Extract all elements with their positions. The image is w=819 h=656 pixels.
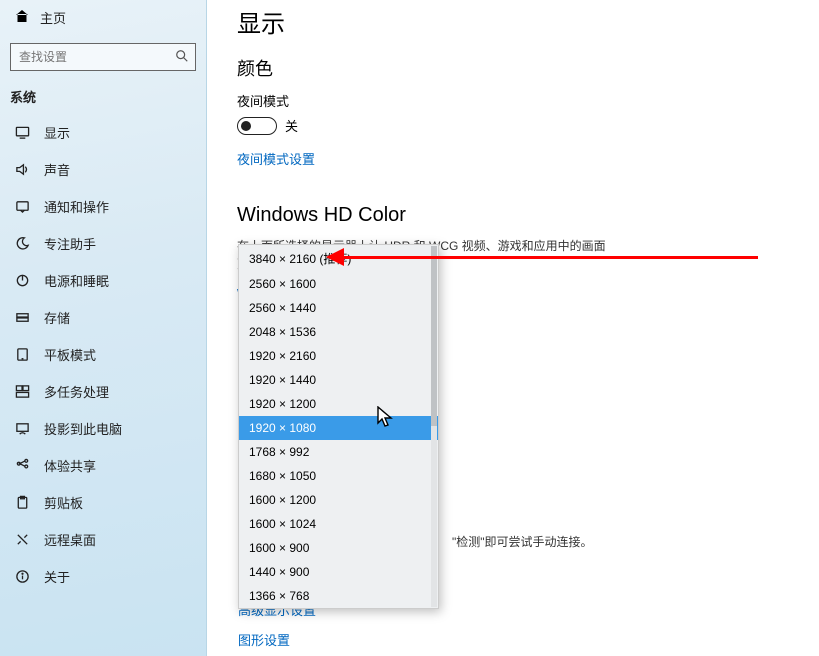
search-box[interactable] xyxy=(10,43,196,71)
sidebar-item-label: 远程桌面 xyxy=(44,530,96,549)
sidebar-item-label: 声音 xyxy=(44,160,70,179)
home-nav[interactable]: 主页 xyxy=(0,0,206,35)
resolution-option[interactable]: 2560 × 1440 xyxy=(239,296,438,320)
night-light-label: 夜间模式 xyxy=(237,91,791,110)
resolution-option[interactable]: 1600 × 900 xyxy=(239,536,438,560)
storage-icon xyxy=(14,310,30,326)
resolution-option[interactable]: 2560 × 1600 xyxy=(239,272,438,296)
sidebar-item-label: 剪贴板 xyxy=(44,493,83,512)
sidebar-item-label: 显示 xyxy=(44,123,70,142)
resolution-dropdown[interactable]: 3840 × 2160 (推荐)2560 × 16002560 × 144020… xyxy=(238,244,439,609)
sidebar-item-shared[interactable]: 体验共享 xyxy=(0,447,206,484)
sidebar-item-tablet[interactable]: 平板模式 xyxy=(0,336,206,373)
section-color-heading: 颜色 xyxy=(237,55,791,81)
sidebar-item-label: 专注助手 xyxy=(44,234,96,253)
notification-icon xyxy=(14,199,30,215)
resolution-option[interactable]: 1600 × 1024 xyxy=(239,512,438,536)
multitask-icon xyxy=(14,384,30,400)
category-heading: 系统 xyxy=(0,83,206,114)
sidebar-item-about[interactable]: 关于 xyxy=(0,558,206,595)
resolution-option[interactable]: 1366 × 768 xyxy=(239,584,438,608)
search-icon xyxy=(175,49,189,66)
sidebar-item-label: 存储 xyxy=(44,308,70,327)
home-label: 主页 xyxy=(40,8,66,27)
resolution-option[interactable]: 1768 × 992 xyxy=(239,440,438,464)
sidebar-item-power[interactable]: 电源和睡眠 xyxy=(0,262,206,299)
resolution-option[interactable]: 2048 × 1536 xyxy=(239,320,438,344)
sidebar-item-projecting[interactable]: 投影到此电脑 xyxy=(0,410,206,447)
resolution-option[interactable]: 1920 × 1440 xyxy=(239,368,438,392)
night-light-toggle[interactable]: 关 xyxy=(237,116,791,135)
sidebar-item-label: 体验共享 xyxy=(44,456,96,475)
sidebar-item-notifications[interactable]: 通知和操作 xyxy=(0,188,206,225)
sidebar-item-multitask[interactable]: 多任务处理 xyxy=(0,373,206,410)
home-icon xyxy=(14,8,30,27)
toggle-state: 关 xyxy=(285,116,298,135)
sidebar-item-label: 平板模式 xyxy=(44,345,96,364)
graphics-settings-link[interactable]: 图形设置 xyxy=(238,630,290,649)
detect-hint-text: "检测"即可尝试手动连接。 xyxy=(452,533,593,550)
resolution-option[interactable]: 1920 × 2160 xyxy=(239,344,438,368)
sidebar-item-label: 多任务处理 xyxy=(44,382,109,401)
scrollbar-thumb[interactable] xyxy=(431,246,437,426)
resolution-option[interactable]: 1680 × 1050 xyxy=(239,464,438,488)
sidebar-item-label: 关于 xyxy=(44,567,70,586)
moon-icon xyxy=(14,236,30,252)
search-input[interactable] xyxy=(19,50,175,64)
shared-icon xyxy=(14,458,30,474)
tablet-icon xyxy=(14,347,30,363)
info-icon xyxy=(14,569,30,585)
remote-icon xyxy=(14,532,30,548)
monitor-icon xyxy=(14,125,30,141)
resolution-option[interactable]: 1600 × 1200 xyxy=(239,488,438,512)
sidebar-item-focus[interactable]: 专注助手 xyxy=(0,225,206,262)
speaker-icon xyxy=(14,162,30,178)
sidebar-item-label: 通知和操作 xyxy=(44,197,109,216)
toggle-track xyxy=(237,117,277,135)
dropdown-scrollbar[interactable] xyxy=(431,246,437,607)
night-light-settings-link[interactable]: 夜间模式设置 xyxy=(237,149,315,168)
sidebar-item-label: 电源和睡眠 xyxy=(44,271,109,290)
sidebar-item-display[interactable]: 显示 xyxy=(0,114,206,151)
resolution-option[interactable]: 3840 × 2160 (推荐) xyxy=(239,245,438,272)
sidebar-item-clipboard[interactable]: 剪贴板 xyxy=(0,484,206,521)
toggle-knob xyxy=(241,121,251,131)
power-icon xyxy=(14,273,30,289)
page-title: 显示 xyxy=(237,4,791,39)
section-hdcolor-heading: Windows HD Color xyxy=(237,204,791,227)
projecting-icon xyxy=(14,421,30,437)
resolution-option[interactable]: 1440 × 900 xyxy=(239,560,438,584)
settings-sidebar: 主页 系统 显示 声音 通知和操作 专注助手 电源和睡眠 存储 平板模式 多任务… xyxy=(0,0,207,656)
sidebar-item-storage[interactable]: 存储 xyxy=(0,299,206,336)
clipboard-icon xyxy=(14,495,30,511)
sidebar-item-remote[interactable]: 远程桌面 xyxy=(0,521,206,558)
resolution-option[interactable]: 1920 × 1080 xyxy=(239,416,438,440)
sidebar-item-label: 投影到此电脑 xyxy=(44,419,122,438)
resolution-option[interactable]: 1920 × 1200 xyxy=(239,392,438,416)
sidebar-item-sound[interactable]: 声音 xyxy=(0,151,206,188)
